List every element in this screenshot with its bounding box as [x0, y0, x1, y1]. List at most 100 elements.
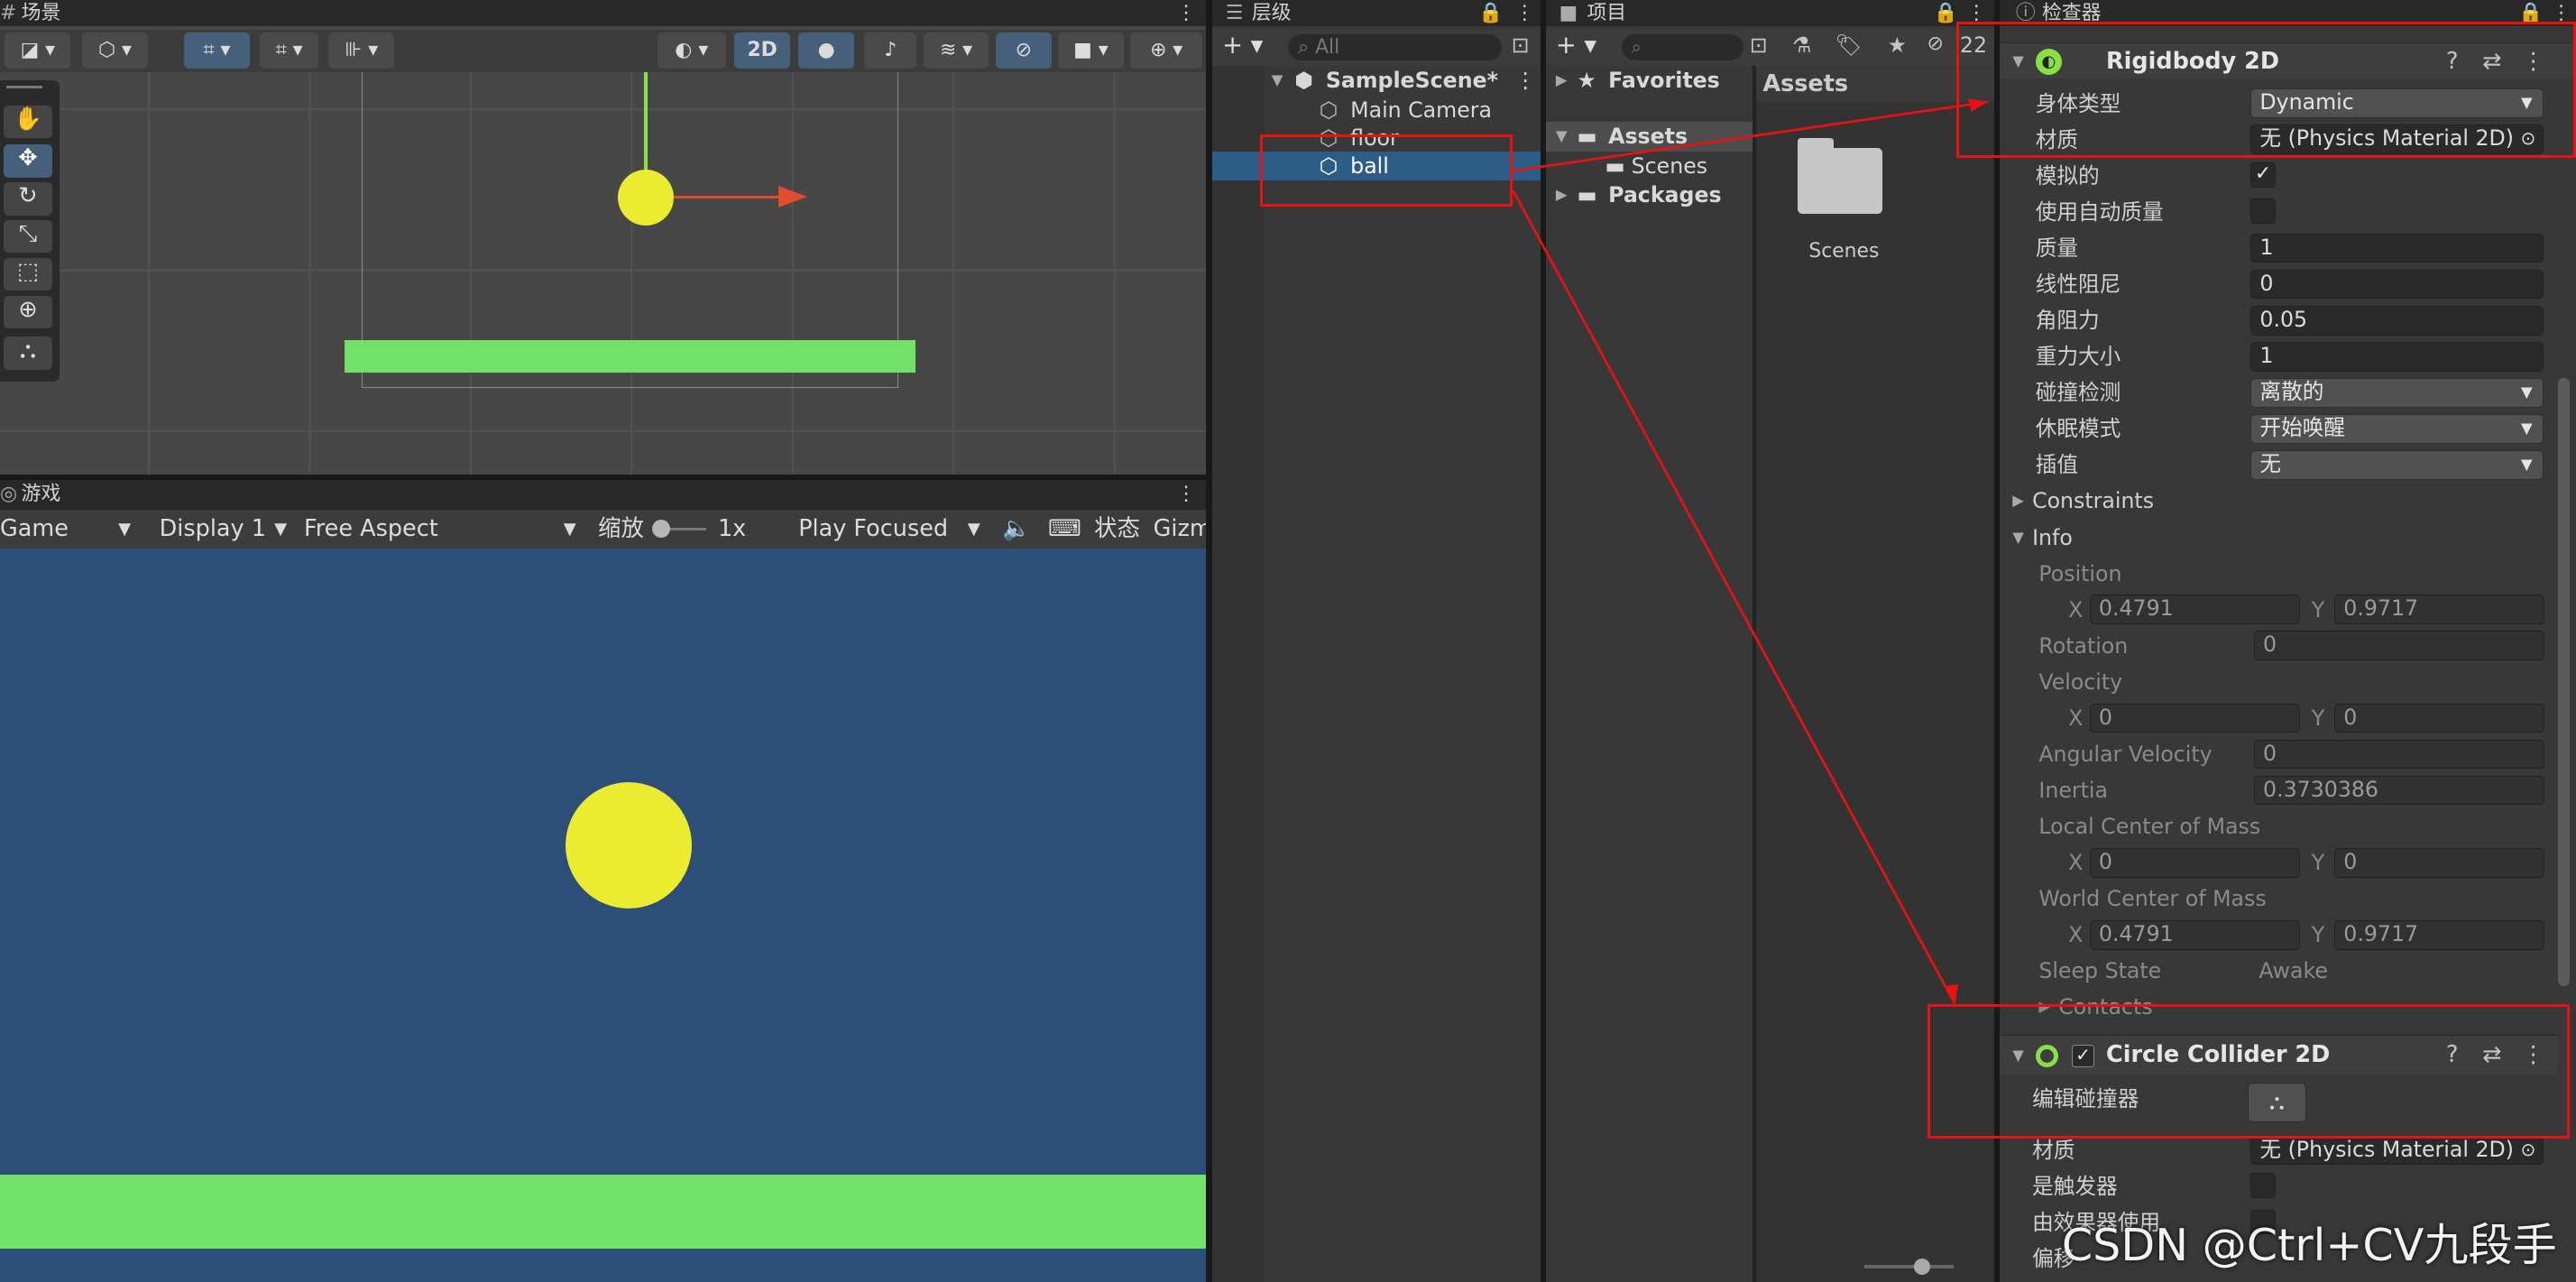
play-mode-dropdown[interactable]: Play Focused ▼	[798, 510, 987, 549]
move-tool-icon[interactable]: ✥	[3, 144, 53, 178]
grid-snap-button[interactable]: ⌗ ▾	[183, 32, 250, 69]
chevron-down-icon: ▼	[2521, 419, 2533, 437]
info-foldout[interactable]: ▼ Info	[2000, 520, 2576, 556]
field-input[interactable]: 0.05	[2250, 305, 2544, 336]
lighting-toggle-icon[interactable]: ●	[798, 32, 855, 69]
floor-object[interactable]	[345, 340, 915, 374]
folder-tab-shape	[1797, 137, 1834, 152]
scene-toolbar: ◪ ▾ ⬡ ▾ ⌗ ▾ ⌗ ▾ ⊪ ▾ ◐ ▾ 2D ● ♪ ≋ ▾ ⊘ ■ ▾…	[0, 29, 1206, 73]
mode-2d-button[interactable]: 2D	[734, 32, 791, 69]
rect-tool-icon[interactable]: ⬚	[3, 257, 53, 291]
rotation-row: Rotation 0	[2000, 628, 2576, 664]
view-dropdown[interactable]: Game ▼	[0, 510, 142, 549]
visibility-toggle-icon[interactable]: ⊘	[995, 32, 1052, 69]
search-options-icon[interactable]: ⊡	[1512, 32, 1530, 58]
object-picker-icon[interactable]: ⊙	[2520, 1137, 2535, 1163]
constraints-foldout[interactable]: ▶ Constraints	[2000, 483, 2576, 519]
field-dropdown[interactable]: 离散的 ▼	[2250, 377, 2544, 408]
position-xy-row: X 0.4791 Y 0.9717	[2000, 592, 2576, 628]
render-mode-dropdown[interactable]: ⬡ ▾	[82, 32, 148, 69]
expand-arrow-icon[interactable]: ▶	[2012, 483, 2024, 519]
chevron-down-icon: ▼	[2521, 383, 2533, 401]
collider-material-field[interactable]: 无 (Physics Material 2D) ⊙	[2250, 1135, 2544, 1166]
audio-toggle-icon[interactable]: ♪	[864, 32, 917, 69]
add-object-button[interactable]: + ▾	[1222, 32, 1263, 60]
scene-row[interactable]: ▼ ⬢ SampleScene* ⋮	[1212, 66, 1541, 96]
field-input[interactable]: 0	[2250, 269, 2544, 300]
scene-viewport[interactable]: ✋ ✥ ↻ ⤡ ⬚ ⊕ ⛬	[0, 72, 1206, 475]
expand-arrow-icon[interactable]: ▶	[1556, 180, 1568, 210]
transform-tool-icon[interactable]: ⊕	[3, 295, 53, 329]
field-input[interactable]: 1	[2250, 233, 2544, 263]
hierarchy-tab[interactable]: 层级	[1252, 0, 1292, 26]
x-axis-arrow-icon[interactable]	[778, 185, 807, 208]
draw-mode-dropdown[interactable]: ◪ ▾	[5, 32, 71, 69]
palette-grip[interactable]	[6, 85, 43, 89]
hierarchy-gutter	[1212, 65, 1265, 1282]
y-value: 0.9717	[2334, 919, 2545, 950]
stats-button[interactable]: 状态	[1094, 510, 1140, 549]
play-mode-label: Play Focused	[798, 514, 949, 542]
create-asset-button[interactable]: + ▾	[1556, 32, 1596, 60]
hand-tool-icon[interactable]: ✋	[3, 105, 53, 138]
project-tab[interactable]: 项目	[1587, 0, 1626, 26]
field-dropdown[interactable]: 无 ▼	[2250, 450, 2544, 480]
scene-menu-icon[interactable]: ⋮	[1514, 66, 1536, 96]
assets-row[interactable]: ▼ ▬ Assets	[1545, 121, 1753, 152]
hierarchy-search-input[interactable]: ⌕ All	[1287, 34, 1502, 61]
icon-size-slider[interactable]	[1864, 1265, 1954, 1269]
search-type-icon[interactable]: ⊡	[1750, 32, 1768, 58]
tools-palette: ✋ ✥ ↻ ⤡ ⬚ ⊕ ⛬	[0, 80, 60, 382]
mute-audio-icon[interactable]: 🔈	[1002, 510, 1031, 549]
scale-slider-handle[interactable]	[652, 519, 671, 538]
ruler-button[interactable]: ⊪ ▾	[328, 32, 395, 69]
custom-tool-icon[interactable]: ⛬	[3, 337, 53, 370]
project-search-input[interactable]: ⌕	[1621, 34, 1743, 61]
aspect-dropdown[interactable]: Free Aspect ▼	[304, 510, 584, 549]
camera-dropdown[interactable]: ■ ▾	[1057, 32, 1124, 69]
field-dropdown[interactable]: 开始唤醒 ▼	[2250, 413, 2544, 444]
expand-arrow-icon[interactable]: ▶	[1556, 66, 1568, 96]
field-input[interactable]: 1	[2250, 341, 2544, 372]
kebab-menu-icon[interactable]: ⋮	[1514, 0, 1534, 26]
expand-arrow-icon[interactable]: ▼	[1272, 66, 1283, 96]
is-trigger-checkbox[interactable]	[2250, 1173, 2276, 1198]
lock-icon[interactable]: 🔒	[1478, 0, 1503, 26]
rotate-tool-icon[interactable]: ↻	[3, 182, 53, 216]
gizmos-dropdown[interactable]: ⊕ ▾	[1130, 32, 1203, 69]
filter-type-icon[interactable]: ⚗	[1792, 32, 1811, 58]
scenes-folder-icon[interactable]	[1797, 147, 1883, 214]
y-label: Y	[2311, 596, 2325, 623]
field-checkbox[interactable]: ✓	[2250, 162, 2276, 188]
icon-size-handle[interactable]	[1913, 1259, 1931, 1276]
y-value: 0	[2334, 847, 2545, 878]
field-label: 碰撞检测	[2035, 380, 2121, 406]
lock-icon[interactable]: 🔒	[1934, 0, 1958, 26]
label-filter-icon[interactable]: 🏷	[1835, 32, 1863, 58]
display-dropdown[interactable]: Display 1 ▼	[160, 510, 294, 549]
local-com-row-label: Local Center of Mass	[2038, 814, 2261, 840]
expand-arrow-icon[interactable]: ▼	[1556, 122, 1568, 152]
world-com-row: World Center of Mass	[2000, 881, 2576, 917]
collapse-arrow-icon[interactable]: ▼	[2012, 520, 2024, 556]
increment-snap-button[interactable]: ⌗ ▾	[259, 32, 319, 69]
favorites-row[interactable]: ▶ ★ Favorites	[1546, 66, 1753, 96]
folder-icon: ▬	[1605, 152, 1625, 179]
field-checkbox[interactable]	[2250, 198, 2276, 224]
packages-row[interactable]: ▶ ▬ Packages	[1546, 180, 1753, 210]
hierarchy-item-main-camera[interactable]: ⬡ Main Camera	[1212, 96, 1541, 125]
effects-dropdown[interactable]: ≋ ▾	[923, 32, 989, 69]
x-axis-handle[interactable]	[673, 195, 786, 199]
hidden-packages-icon[interactable]: ⊘	[1927, 32, 1944, 55]
scale-tool-icon[interactable]: ⤡	[3, 220, 53, 254]
gizmos-button[interactable]: Gizm	[1154, 510, 1206, 549]
keyboard-icon[interactable]: ⌨	[1048, 510, 1081, 549]
game-tab[interactable]: 游戏	[22, 480, 61, 510]
kebab-menu-icon[interactable]: ⋮	[1176, 480, 1196, 510]
scene-tab[interactable]: 场景	[22, 0, 61, 26]
ball-object[interactable]	[617, 169, 674, 226]
kebab-menu-icon[interactable]: ⋮	[1176, 0, 1196, 26]
favorite-star-icon[interactable]: ★	[1888, 32, 1907, 58]
shading-dropdown[interactable]: ◐ ▾	[657, 32, 727, 69]
scenes-folder-row[interactable]: ▬ Scenes	[1546, 152, 1753, 181]
